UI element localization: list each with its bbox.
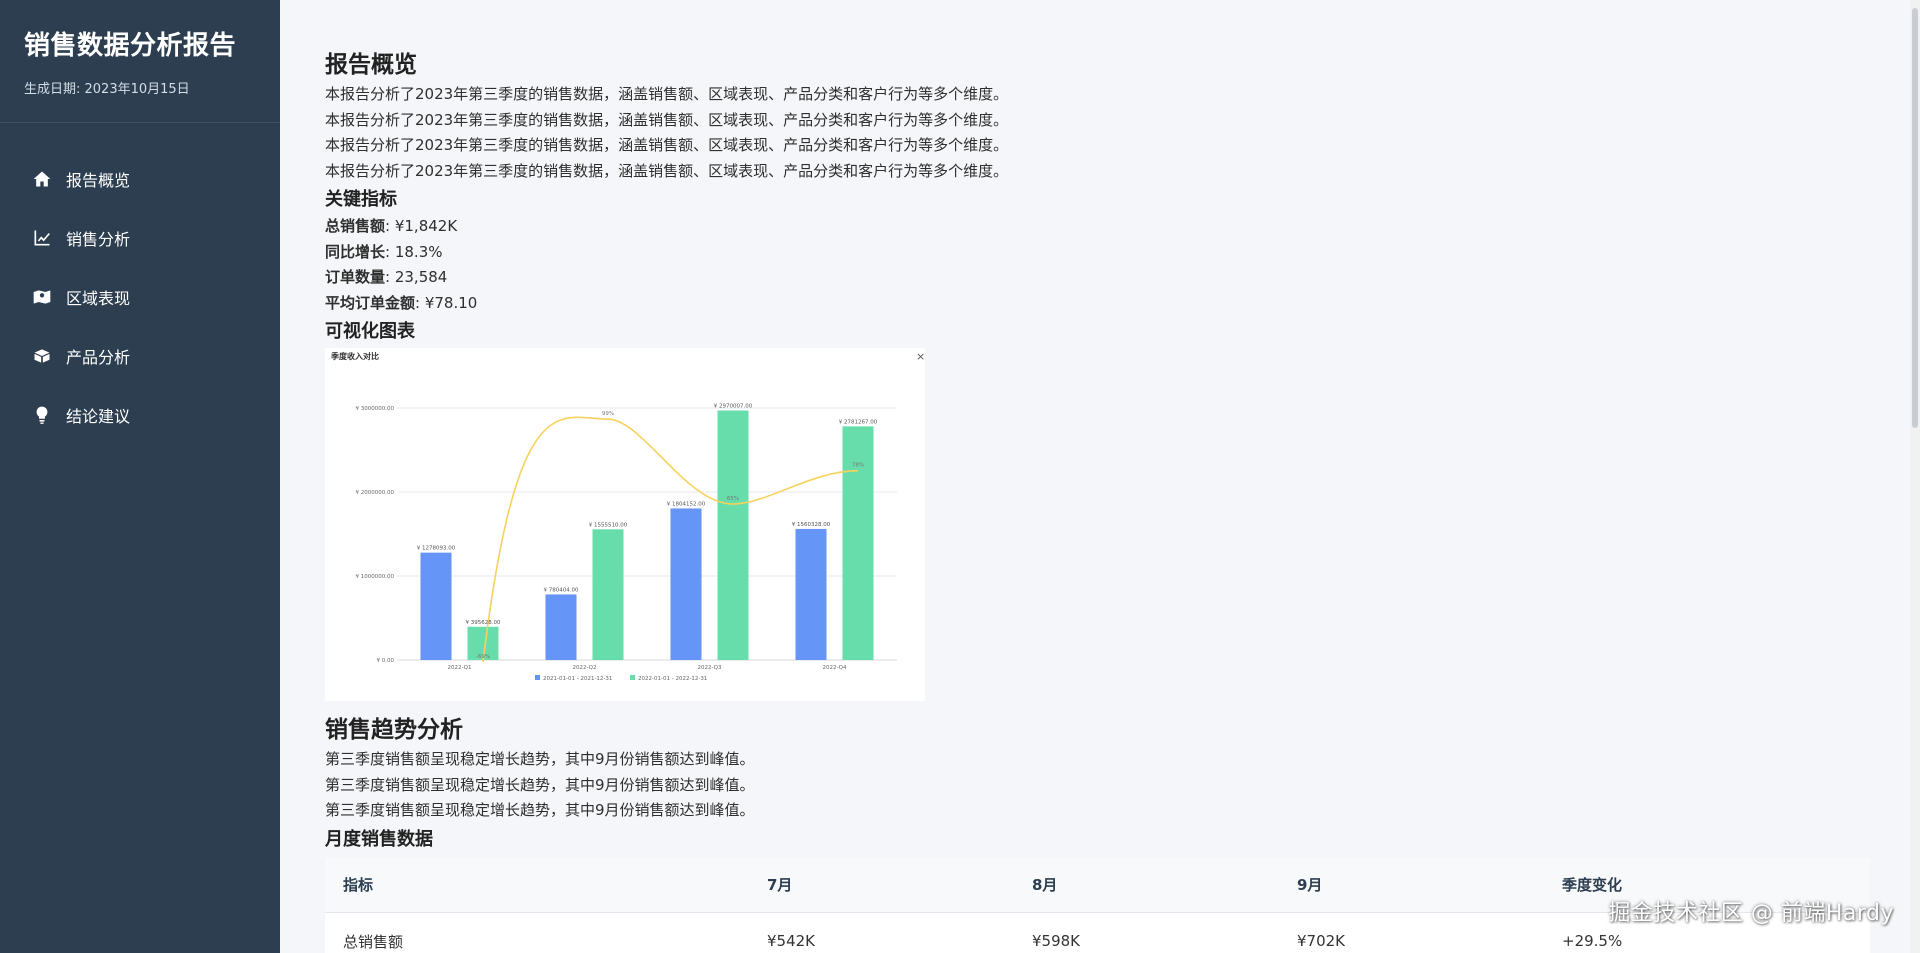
scrollbar-thumb[interactable] (1912, 8, 1918, 428)
x-tick-label: 2022-Q2 (572, 665, 596, 671)
chart-bar (420, 552, 452, 660)
metric-total-sales: 总销售额: ¥1,842K (325, 214, 1920, 240)
close-icon[interactable]: × (916, 350, 925, 363)
sidebar-nav: 报告概览 销售分析 区域表现 产品分析 结论建议 (0, 123, 280, 444)
metric-avg-order: 平均订单金额: ¥78.10 (325, 291, 1920, 317)
sidebar-item-overview[interactable]: 报告概览 (0, 149, 280, 208)
scrollbar[interactable] (1910, 0, 1920, 953)
bar-value-label: ¥ 1555510.00 (589, 522, 628, 528)
line-chart-icon (30, 226, 54, 250)
bar-value-label: ¥ 395628.00 (466, 620, 501, 626)
chart-bar (717, 410, 749, 660)
metric-yoy-growth: 同比增长: 18.3% (325, 240, 1920, 266)
chart-bar (545, 594, 577, 660)
chart-bar (670, 508, 702, 660)
trend-paragraph: 第三季度销售额呈现稳定增长趋势，其中9月份销售额达到峰值。 (325, 801, 755, 819)
line-point-label: 99% (602, 411, 614, 417)
chart-section-title: 可视化图表 (325, 321, 415, 342)
bar-value-label: ¥ 1804152.00 (667, 501, 706, 507)
chart-bar (842, 426, 874, 660)
sidebar: 销售数据分析报告 生成日期: 2023年10月15日 报告概览 销售分析 区域表… (0, 0, 280, 953)
sidebar-item-label: 结论建议 (66, 406, 131, 426)
bar-value-label: ¥ 1278093.00 (417, 546, 456, 552)
lightbulb-icon (30, 403, 54, 427)
y-tick-label: ¥ 0.00 (377, 658, 395, 664)
table-header: 9月 (1279, 857, 1544, 913)
bar-value-label: ¥ 2781267.00 (839, 419, 878, 425)
overview-paragraph: 本报告分析了2023年第三季度的销售数据，涵盖销售额、区域表现、产品分类和客户行… (325, 85, 1009, 103)
overview-paragraph: 本报告分析了2023年第三季度的销售数据，涵盖销售额、区域表现、产品分类和客户行… (325, 161, 1009, 180)
chart-bar (592, 529, 624, 660)
sidebar-header: 销售数据分析报告 生成日期: 2023年10月15日 (0, 0, 280, 123)
sidebar-item-conclusion[interactable]: 结论建议 (0, 385, 280, 444)
table-cell: ¥598K (1032, 932, 1081, 951)
metric-order-count: 订单数量: 23,584 (325, 265, 1920, 291)
metric-label: 订单数量 (325, 268, 386, 286)
chart-legend: 2021-01-01 - 2021-12-31 2022-01-01 - 2022… (535, 675, 707, 682)
bar-value-label: ¥ 780404.00 (544, 587, 579, 593)
sidebar-item-label: 销售分析 (66, 229, 131, 249)
metric-label: 平均订单金额 (325, 293, 416, 312)
bar-value-label: ¥ 1560328.00 (792, 522, 831, 528)
legend-swatch (630, 675, 635, 680)
report-date: 生成日期: 2023年10月15日 (24, 82, 190, 97)
bar-value-label: ¥ 2970007.00 (714, 404, 753, 410)
sidebar-item-label: 区域表现 (66, 288, 131, 308)
line-point-label: 78% (852, 463, 864, 469)
box-icon (30, 344, 54, 368)
chart-bar (795, 528, 827, 660)
sidebar-item-sales[interactable]: 销售分析 (0, 208, 280, 267)
y-tick-label: ¥ 1000000.00 (356, 574, 395, 580)
home-icon (30, 167, 54, 191)
watermark: 掘金技术社区 @ 前端Hardy (1608, 901, 1894, 926)
y-tick-label: ¥ 2000000.00 (356, 490, 395, 496)
overview-section: 报告概览 本报告分析了2023年第三季度的销售数据，涵盖销售额、区域表现、产品分… (325, 48, 1920, 701)
metric-value: : ¥1,842K (385, 217, 458, 235)
table-header: 8月 (1014, 857, 1279, 913)
sidebar-item-label: 产品分析 (66, 347, 131, 367)
metric-value: : 18.3% (385, 242, 443, 261)
metric-label: 总销售额 (325, 217, 386, 235)
y-tick-label: ¥ 3000000.00 (356, 406, 395, 412)
table-header: 指标 (325, 857, 749, 913)
table-header: 7月 (749, 857, 1014, 913)
app-title: 销售数据分析报告 (24, 31, 237, 61)
x-tick-label: 2022-Q4 (822, 665, 847, 671)
metric-value: : 23,584 (385, 268, 448, 286)
x-tick-label: 2022-Q3 (697, 665, 722, 671)
sidebar-item-region[interactable]: 区域表现 (0, 267, 280, 326)
map-icon (30, 285, 54, 309)
overview-paragraph: 本报告分析了2023年第三季度的销售数据，涵盖销售额、区域表现、产品分类和客户行… (325, 110, 1009, 129)
chart-svg: 季度收入对比 × ¥ 0.00 ¥ 1000000.00 ¥ 2000000.00 ¥… (330, 350, 925, 682)
line-point-label: -69% (476, 654, 490, 660)
legend-label: 2021-01-01 - 2021-12-31 (543, 676, 612, 682)
metrics-title: 关键指标 (325, 189, 397, 210)
sidebar-item-label: 报告概览 (66, 170, 131, 190)
legend-label: 2022-01-01 - 2022-12-31 (638, 676, 707, 682)
sidebar-item-product[interactable]: 产品分析 (0, 326, 280, 385)
x-tick-label: 2022-Q1 (447, 665, 471, 671)
monthly-table-title: 月度销售数据 (325, 828, 433, 850)
overview-title: 报告概览 (325, 52, 417, 78)
table-cell: ¥702K (1297, 932, 1346, 951)
trend-paragraph: 第三季度销售额呈现稳定增长趋势，其中9月份销售额达到峰值。 (325, 775, 755, 794)
trend-title: 销售趋势分析 (325, 717, 463, 743)
main-content: 报告概览 本报告分析了2023年第三季度的销售数据，涵盖销售额、区域表现、产品分… (280, 0, 1920, 953)
line-point-label: 65% (727, 496, 739, 502)
overview-paragraph: 本报告分析了2023年第三季度的销售数据，涵盖销售额、区域表现、产品分类和客户行… (325, 136, 1009, 154)
legend-swatch (535, 675, 540, 680)
chart-title: 季度收入对比 (330, 351, 379, 361)
table-cell: 总销售额 (343, 932, 404, 951)
metric-value: : ¥78.10 (415, 293, 478, 312)
table-cell: ¥542K (767, 932, 816, 951)
quarterly-revenue-chart: 季度收入对比 × ¥ 0.00 ¥ 1000000.00 ¥ 2000000.00 ¥… (325, 348, 925, 701)
metric-label: 同比增长 (325, 242, 386, 261)
trend-paragraph: 第三季度销售额呈现稳定增长趋势，其中9月份销售额达到峰值。 (325, 750, 755, 768)
